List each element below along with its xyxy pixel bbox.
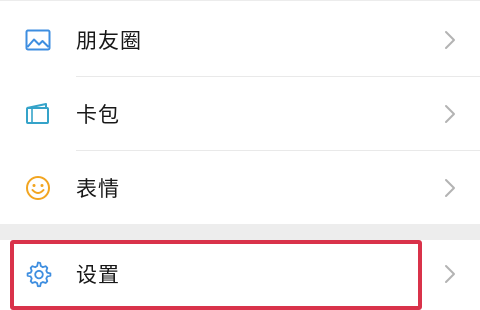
chevron-right-icon <box>442 177 458 199</box>
gear-icon <box>24 260 52 288</box>
top-divider <box>0 0 480 1</box>
menu-item-stickers[interactable]: 表情 <box>0 152 480 224</box>
menu-item-settings[interactable]: 设置 <box>0 240 480 300</box>
menu-item-label: 设置 <box>76 263 120 287</box>
menu-item-label: 卡包 <box>76 103 120 127</box>
divider <box>76 150 480 151</box>
smiley-icon <box>24 174 52 202</box>
chevron-right-icon <box>442 263 458 285</box>
chevron-right-icon <box>442 29 458 51</box>
menu-item-label: 表情 <box>76 177 120 201</box>
menu-item-moments[interactable]: 朋友圈 <box>0 4 480 76</box>
divider <box>76 76 480 77</box>
card-wallet-icon <box>24 100 52 128</box>
menu-item-card-wallet[interactable]: 卡包 <box>0 78 480 150</box>
section-gap <box>0 224 480 240</box>
chevron-right-icon <box>442 103 458 125</box>
photo-icon <box>24 26 52 54</box>
menu-item-label: 朋友圈 <box>76 29 142 53</box>
